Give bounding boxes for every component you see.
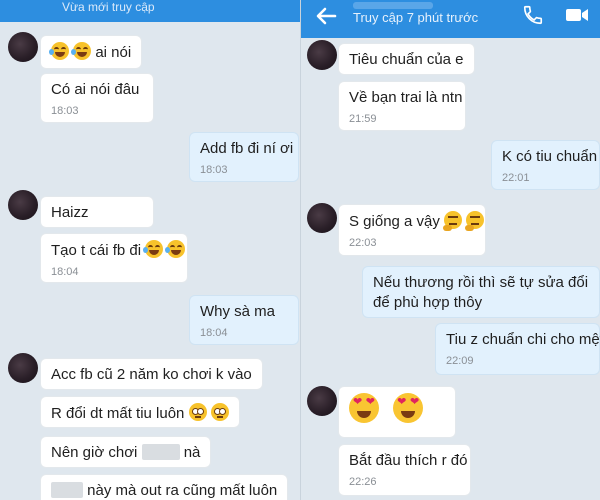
laughing-tears-emoji-icon [71, 42, 92, 60]
avatar[interactable] [307, 40, 337, 70]
message-bubble[interactable]: Nên giờ chơi nà [40, 436, 212, 468]
message-text: Về bạn trai là ntn [349, 89, 463, 106]
message-timestamp: 22:01 [502, 172, 530, 184]
last-seen-status: Truy cập 7 phút trước [353, 10, 479, 25]
message-bubble[interactable]: Tiêu chuẩn của e [338, 43, 475, 75]
avatar[interactable] [8, 190, 38, 220]
message-bubble[interactable]: Có ai nói đâu 18:03 [40, 73, 154, 123]
message-text: Why sà ma [200, 303, 276, 320]
chat-header: Truy cập 7 phút trước [301, 0, 600, 38]
heart-eyes-emoji-icon [393, 393, 424, 423]
message-bubble[interactable]: ai nói [40, 35, 143, 69]
message-text: Haizz [51, 204, 89, 221]
message-bubble-sent[interactable]: Add fb đi ní ơi 18:03 [189, 132, 299, 182]
avatar[interactable] [8, 32, 38, 62]
message-text: Có ai nói đâu [51, 81, 140, 98]
thinking-face-emoji-icon [443, 211, 463, 231]
left-chat-panel: Vừa mới truy cập ai nói Có ai nói đâu 18… [0, 0, 300, 500]
laughing-tears-emoji-icon [165, 240, 186, 258]
message-timestamp: 22:09 [446, 355, 474, 367]
message-text: K có tiu chuẩn [502, 148, 598, 165]
message-text: Add fb đi ní ơi [200, 140, 294, 157]
message-bubble[interactable]: Haizz [40, 196, 154, 228]
message-text: này mà out ra cũng mất luôn [87, 482, 278, 499]
message-bubble[interactable]: Về bạn trai là ntn 21:59 [338, 81, 466, 131]
right-chat-panel: Truy cập 7 phút trước Tiêu chuẩn của e V… [301, 0, 600, 500]
phone-icon[interactable] [522, 4, 544, 26]
message-bubble[interactable]: Acc fb cũ 2 năm ko chơi k vào [40, 358, 263, 390]
chat-header: Vừa mới truy cập [0, 0, 300, 22]
flushed-face-emoji-icon [188, 403, 207, 421]
back-arrow-icon[interactable] [313, 2, 341, 30]
message-bubble-sent[interactable]: K có tiu chuẩn 22:01 [491, 140, 600, 190]
message-text: nà [183, 444, 201, 461]
message-timestamp: 21:59 [349, 113, 377, 125]
message-text: Acc fb cũ 2 năm ko chơi k vào [51, 366, 252, 383]
message-bubble-sent[interactable]: Nếu thương rồi thì sẽ tự sửa đổi để phù … [362, 266, 600, 318]
message-timestamp: 22:03 [349, 237, 377, 249]
laughing-tears-emoji-icon [49, 42, 69, 60]
avatar[interactable] [307, 203, 337, 233]
message-text: R đổi dt mất tiu luôn [51, 405, 185, 422]
message-bubble[interactable]: Bắt đầu thích r đó 22:26 [338, 444, 471, 496]
message-text: ai nói [95, 44, 132, 61]
message-timestamp: 18:04 [200, 327, 228, 339]
message-timestamp: 18:03 [200, 164, 228, 176]
redacted-text [141, 444, 180, 460]
avatar[interactable] [8, 353, 38, 383]
laughing-tears-emoji-icon [143, 240, 164, 258]
last-seen-status: Vừa mới truy cập [62, 0, 155, 14]
message-text: Tạo t cái fb đi [51, 242, 142, 259]
message-timestamp: 18:04 [51, 266, 79, 278]
message-text: S giống a vậy [349, 213, 440, 230]
redacted-contact-name [353, 2, 433, 9]
message-bubble[interactable]: này mà out ra cũng mất luôn [40, 474, 289, 500]
message-text: Tiêu chuẩn của e [349, 51, 464, 68]
flushed-face-emoji-icon [210, 403, 229, 421]
message-bubble-sent[interactable]: Why sà ma 18:04 [189, 295, 299, 345]
heart-eyes-emoji-icon [349, 393, 379, 423]
avatar[interactable] [307, 386, 337, 416]
message-bubble[interactable]: S giống a vậy 22:03 [338, 204, 486, 256]
message-text: Nên giờ chơi [51, 444, 138, 461]
redacted-text [51, 482, 83, 498]
message-text: Tiu z chuẩn chi cho mệt [446, 331, 600, 348]
message-bubble-sent[interactable]: Tiu z chuẩn chi cho mệt 22:09 [435, 323, 600, 375]
message-timestamp: 18:03 [51, 105, 79, 117]
message-bubble[interactable]: R đổi dt mất tiu luôn [40, 396, 240, 428]
message-bubble-emoji[interactable] [338, 386, 456, 438]
message-text: Bắt đầu thích r đó [349, 452, 468, 469]
video-call-icon[interactable] [565, 6, 589, 24]
thinking-face-emoji-icon [465, 211, 485, 231]
message-bubble[interactable]: Tạo t cái fb đi 18:04 [40, 233, 188, 283]
message-text: Nếu thương rồi thì sẽ tự sửa đổi để phù … [373, 274, 589, 311]
message-timestamp: 22:26 [349, 476, 377, 488]
